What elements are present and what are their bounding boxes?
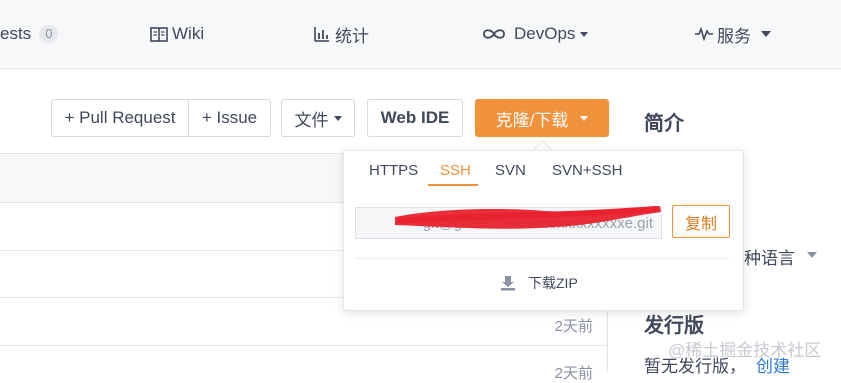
file-caret-icon [333,115,342,121]
new-issue-button[interactable]: + Issue [188,99,271,137]
nav-wiki[interactable]: Wiki [150,0,204,68]
tab-svn-ssh[interactable]: SVN+SSH [552,162,622,179]
nav-stats-label: 统计 [335,26,369,46]
download-zip-label: 下载ZIP [528,275,578,291]
web-ide-button[interactable]: Web IDE [367,99,463,137]
tab-ssh[interactable]: SSH [440,162,471,179]
release-title: 发行版 [644,315,704,337]
file-row-time: 2天前 [554,365,593,382]
download-icon [501,276,515,291]
tab-https[interactable]: HTTPS [369,162,418,179]
services-caret-icon [761,31,771,37]
table-row-divider [0,345,607,346]
nav-devops-label: DevOps [514,24,576,43]
tab-svn[interactable]: SVN [495,162,526,179]
watermark: @稀土掘金技术社区 [668,341,822,360]
nav-pull-requests[interactable]: ests 0 [0,0,59,68]
copy-url-button[interactable]: 复制 [672,205,730,238]
nav-stats[interactable]: 统计 [314,0,369,68]
file-row-time: 2天前 [554,318,593,335]
dropdown-divider [355,258,730,259]
devops-caret-icon [580,31,589,37]
infinity-icon [483,29,505,39]
active-tab-indicator [428,184,478,186]
language-caret-icon[interactable] [807,252,817,258]
repo-top-nav: ests 0 Wiki 统计 DevOps 服务 [0,0,841,69]
pull-requests-count-badge: 0 [39,25,59,43]
new-pull-request-button[interactable]: + Pull Request [51,99,189,137]
nav-wiki-label: Wiki [172,24,205,43]
clone-download-label: 克隆/下载 [495,110,569,130]
clone-download-button[interactable]: 克隆/下载 [475,99,609,137]
nav-devops[interactable]: DevOps [482,0,589,68]
file-menu-button[interactable]: 文件 [281,99,355,137]
download-zip-link[interactable]: 下载ZIP [500,273,578,293]
language-stats-label[interactable]: 种语言 [744,244,795,269]
file-menu-label: 文件 [294,110,329,130]
intro-title: 简介 [644,113,684,135]
wiki-book-icon [150,26,168,42]
pulse-icon [695,27,713,41]
nav-pull-requests-label: ests [0,24,32,43]
bar-chart-icon [314,27,329,42]
redaction-scribble [395,206,661,229]
nav-services[interactable]: 服务 [695,0,771,68]
clone-caret-icon [580,115,589,121]
nav-services-label: 服务 [717,26,751,46]
